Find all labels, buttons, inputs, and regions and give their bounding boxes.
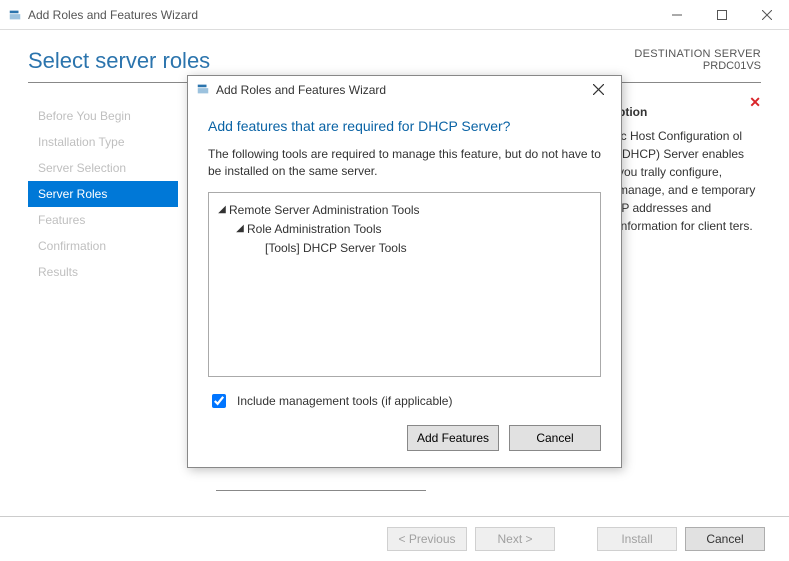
expand-icon[interactable]: ◢ <box>233 221 247 237</box>
description-title: ption <box>618 103 761 121</box>
nav-installation-type[interactable]: Installation Type <box>28 129 178 155</box>
nav-confirmation[interactable]: Confirmation <box>28 233 178 259</box>
error-icon: ✕ <box>749 94 761 111</box>
install-button[interactable]: Install <box>597 527 677 551</box>
dialog-explain: The following tools are required to mana… <box>208 146 601 180</box>
dialog-app-icon <box>196 82 210 99</box>
tree-label: Remote Server Administration Tools <box>229 201 420 220</box>
add-features-button[interactable]: Add Features <box>407 425 499 451</box>
wizard-nav: Before You Begin Installation Type Serve… <box>28 103 178 285</box>
nav-before-you-begin[interactable]: Before You Begin <box>28 103 178 129</box>
tree-label: [Tools] DHCP Server Tools <box>265 239 407 258</box>
destination-label: DESTINATION SERVER <box>634 48 761 60</box>
maximize-button[interactable] <box>699 0 744 30</box>
dialog-cancel-button[interactable]: Cancel <box>509 425 601 451</box>
window-titlebar: Add Roles and Features Wizard <box>0 0 789 30</box>
include-management-tools-label: Include management tools (if applicable) <box>237 394 452 408</box>
features-tree[interactable]: ◢ Remote Server Administration Tools ◢ R… <box>208 192 601 377</box>
dialog-question: Add features that are required for DHCP … <box>208 118 601 134</box>
tree-item-dhcp-tools[interactable]: [Tools] DHCP Server Tools <box>215 239 594 258</box>
tree-label: Role Administration Tools <box>247 220 382 239</box>
include-management-tools-checkbox[interactable] <box>212 394 226 408</box>
tree-item-role-admin[interactable]: ◢ Role Administration Tools <box>215 220 594 239</box>
cancel-button[interactable]: Cancel <box>685 527 765 551</box>
add-features-dialog: Add Roles and Features Wizard Add featur… <box>187 75 622 468</box>
roles-list-border-fragment <box>216 490 426 491</box>
nav-features[interactable]: Features <box>28 207 178 233</box>
dialog-close-button[interactable] <box>583 82 613 98</box>
destination-block: DESTINATION SERVER PRDC01VS <box>634 48 761 72</box>
tree-item-rsat[interactable]: ◢ Remote Server Administration Tools <box>215 201 594 220</box>
nav-results[interactable]: Results <box>28 259 178 285</box>
page-title: Select server roles <box>28 48 210 74</box>
dialog-titlebar: Add Roles and Features Wizard <box>188 76 621 104</box>
expand-icon[interactable]: ◢ <box>215 202 229 218</box>
description-body: ic Host Configuration ol (DHCP) Server e… <box>618 127 761 235</box>
destination-server: PRDC01VS <box>634 60 761 72</box>
nav-server-roles[interactable]: Server Roles <box>28 181 178 207</box>
wizard-footer: < Previous Next > Install Cancel <box>0 516 789 561</box>
include-management-tools-row[interactable]: Include management tools (if applicable) <box>208 391 601 411</box>
close-button[interactable] <box>744 0 789 30</box>
next-button[interactable]: Next > <box>475 527 555 551</box>
window-title: Add Roles and Features Wizard <box>28 8 198 22</box>
minimize-button[interactable] <box>654 0 699 30</box>
dialog-title: Add Roles and Features Wizard <box>216 83 386 97</box>
previous-button[interactable]: < Previous <box>387 527 467 551</box>
app-icon <box>8 8 22 22</box>
nav-server-selection[interactable]: Server Selection <box>28 155 178 181</box>
